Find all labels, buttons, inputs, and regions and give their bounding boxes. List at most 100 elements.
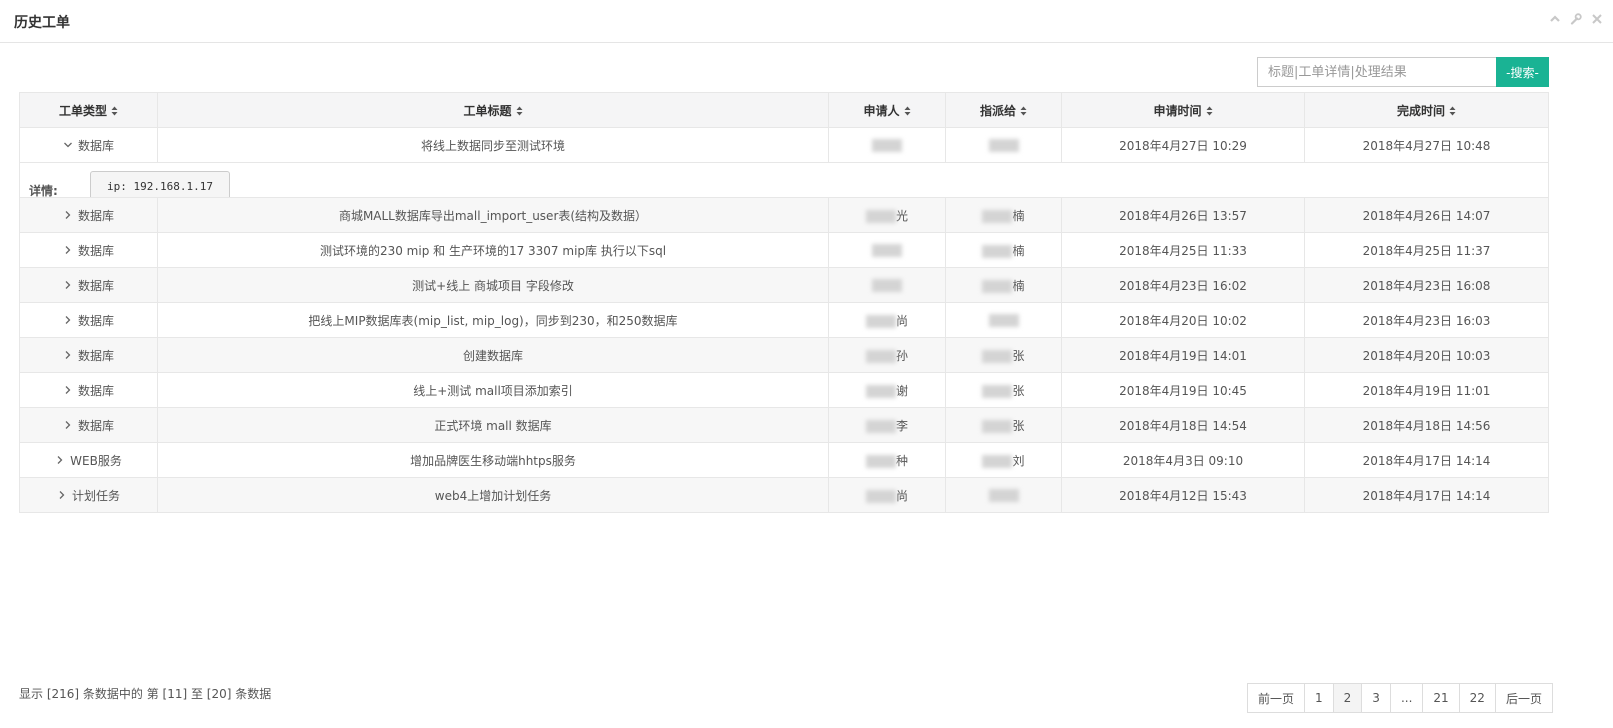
close-icon[interactable] xyxy=(1591,13,1603,25)
assignee-cell xyxy=(945,302,1062,338)
page-button[interactable]: 前一页 xyxy=(1247,683,1306,713)
detail-cell: 详情: ip: 192.168.1.17 数据库: usercenter 端口: … xyxy=(19,162,1549,198)
ticket-title-cell: web4上增加计划任务 xyxy=(157,477,829,513)
ticket-type: 数据库 xyxy=(77,313,114,328)
ticket-title: 测试环境的230 mip 和 生产环境的17 3307 mip库 执行以下sql xyxy=(319,243,667,258)
ticket-type: 数据库 xyxy=(77,278,114,293)
redacted-name xyxy=(865,349,896,363)
chevron-right-icon[interactable] xyxy=(63,350,73,360)
ticket-title: 线上+测试 mall项目添加索引 xyxy=(413,383,573,398)
chevron-right-icon[interactable] xyxy=(63,420,73,430)
ticket-type-cell[interactable]: WEB服务 xyxy=(19,442,158,478)
assignee-cell: 刘 xyxy=(945,442,1062,478)
finish-time-cell: 2018年4月17日 14:14 xyxy=(1304,477,1549,513)
ticket-type-cell[interactable]: 数据库 xyxy=(19,232,158,268)
sort-icon xyxy=(1020,106,1027,116)
ticket-type-cell[interactable]: 数据库 xyxy=(19,372,158,408)
chevron-right-icon[interactable] xyxy=(57,490,67,500)
apply-time-cell: 2018年4月20日 10:02 xyxy=(1061,302,1305,338)
ticket-title-cell: 创建数据库 xyxy=(157,337,829,373)
ticket-title-cell: 把线上MIP数据库表(mip_list, mip_log)，同步到230，和25… xyxy=(157,302,829,338)
chevron-right-icon[interactable] xyxy=(63,280,73,290)
finish-time: 2018年4月18日 14:56 xyxy=(1362,418,1491,433)
finish-time: 2018年4月26日 14:07 xyxy=(1362,208,1491,223)
page-button[interactable]: 22 xyxy=(1458,683,1496,713)
apply-time-cell: 2018年4月19日 14:01 xyxy=(1061,337,1305,373)
table-row[interactable]: WEB服务 增加品牌医生移动端hhtps服务 种 刘 2018年4月3日 09:10 20… xyxy=(19,442,1549,478)
ticket-type-cell[interactable]: 数据库 xyxy=(19,197,158,233)
sort-icon xyxy=(904,106,910,116)
ticket-type-cell[interactable]: 数据库 xyxy=(19,267,158,303)
tickets-table: 工单类型 工单标题 申请人 指派给 申请时间 完成时间 数据库 将线上数据同步至测试环境 20… xyxy=(19,92,1549,513)
table-row[interactable]: 数据库 把线上MIP数据库表(mip_list, mip_log)，同步到230，… xyxy=(19,302,1549,338)
chevron-right-icon[interactable] xyxy=(55,455,65,465)
table-row[interactable]: 数据库 商城MALL数据库导出mall_import_user表(结构及数据） 光 楠… xyxy=(19,197,1549,233)
person-name: 张 xyxy=(1012,418,1025,433)
apply-time-cell: 2018年4月19日 10:45 xyxy=(1061,372,1305,408)
ticket-type-cell[interactable]: 数据库 xyxy=(19,407,158,443)
page-button[interactable]: ... xyxy=(1389,683,1424,713)
search-input[interactable] xyxy=(1257,57,1496,87)
page-button[interactable]: 2 xyxy=(1332,683,1363,713)
person-name: 光 xyxy=(895,208,908,223)
ticket-title: 把线上MIP数据库表(mip_list, mip_log)，同步到230，和25… xyxy=(308,313,678,328)
chevron-down-icon[interactable] xyxy=(63,140,73,150)
history-tickets-panel: 历史工单 -搜索- 工单类型 工单标题 申请人 指派给 申请时间 完成时间 数据库 将线上数… xyxy=(0,0,1613,728)
person-name: 楠 xyxy=(1012,243,1025,258)
person-name: 谢 xyxy=(895,383,908,398)
page-button[interactable]: 3 xyxy=(1361,683,1391,713)
chevron-right-icon[interactable] xyxy=(63,385,73,395)
person-name: 张 xyxy=(1012,383,1025,398)
column-header[interactable]: 工单类型 xyxy=(19,92,158,128)
ticket-type-cell[interactable]: 计划任务 xyxy=(19,477,158,513)
applicant-cell xyxy=(828,267,946,303)
column-header[interactable]: 申请时间 xyxy=(1061,92,1305,128)
wrench-icon[interactable] xyxy=(1570,13,1582,25)
apply-time: 2018年4月26日 13:57 xyxy=(1119,208,1247,223)
chevron-right-icon[interactable] xyxy=(63,210,73,220)
ticket-title-cell: 将线上数据同步至测试环境 xyxy=(157,127,829,163)
table-body: 数据库 将线上数据同步至测试环境 2018年4月27日 10:29 2018年4月27… xyxy=(19,127,1549,513)
finish-time-cell: 2018年4月26日 14:07 xyxy=(1304,197,1549,233)
chevron-right-icon[interactable] xyxy=(63,315,73,325)
page-button[interactable]: 后一页 xyxy=(1494,683,1553,713)
column-header[interactable]: 指派给 xyxy=(945,92,1062,128)
page-button[interactable]: 1 xyxy=(1304,683,1334,713)
apply-time-cell: 2018年4月18日 14:54 xyxy=(1061,407,1305,443)
applicant-cell: 李 xyxy=(828,407,946,443)
ticket-type-cell[interactable]: 数据库 xyxy=(19,127,158,163)
ticket-title: 商城MALL数据库导出mall_import_user表(结构及数据） xyxy=(338,208,648,223)
table-row[interactable]: 数据库 测试环境的230 mip 和 生产环境的17 3307 mip库 执行以下… xyxy=(19,232,1549,268)
column-header-label: 指派给 xyxy=(979,103,1016,118)
apply-time-cell: 2018年4月27日 10:29 xyxy=(1061,127,1305,163)
finish-time: 2018年4月27日 10:48 xyxy=(1362,138,1491,153)
table-row[interactable]: 数据库 将线上数据同步至测试环境 2018年4月27日 10:29 2018年4月27… xyxy=(19,127,1549,163)
page-button[interactable]: 21 xyxy=(1422,683,1460,713)
detail-content: ip: 192.168.1.17 数据库: usercenter 端口: 330… xyxy=(90,171,230,197)
column-header[interactable]: 完成时间 xyxy=(1304,92,1549,128)
ticket-type-cell[interactable]: 数据库 xyxy=(19,302,158,338)
finish-time-cell: 2018年4月27日 10:48 xyxy=(1304,127,1549,163)
search-button[interactable]: -搜索- xyxy=(1496,57,1549,87)
chevron-up-icon[interactable] xyxy=(1549,13,1561,25)
column-header[interactable]: 申请人 xyxy=(828,92,946,128)
column-header[interactable]: 工单标题 xyxy=(157,92,829,128)
ticket-type-cell[interactable]: 数据库 xyxy=(19,337,158,373)
redacted-name xyxy=(988,489,1019,502)
redacted-name xyxy=(982,244,1013,258)
redacted-name xyxy=(982,454,1013,468)
redacted-name xyxy=(982,349,1013,363)
table-row[interactable]: 数据库 正式环境 mall 数据库 李 张 2018年4月18日 14:54 2018年4… xyxy=(19,407,1549,443)
table-row[interactable]: 数据库 线上+测试 mall项目添加索引 谢 张 2018年4月19日 10:45 201… xyxy=(19,372,1549,408)
table-row[interactable]: 数据库 测试+线上 商城项目 字段修改 楠 2018年4月23日 16:02 2018年… xyxy=(19,267,1549,303)
finish-time: 2018年4月17日 14:14 xyxy=(1362,453,1491,468)
assignee-cell: 张 xyxy=(945,407,1062,443)
chevron-right-icon[interactable] xyxy=(63,245,73,255)
sort-icon xyxy=(1449,106,1456,116)
table-row[interactable]: 数据库 创建数据库 孙 张 2018年4月19日 14:01 2018年4月20日 10:… xyxy=(19,337,1549,373)
pagination: 前一页 1 2 3... 21 22 后一页 xyxy=(1247,683,1553,713)
table-row[interactable]: 计划任务 web4上增加计划任务 尚 2018年4月12日 15:43 2018年4月1… xyxy=(19,477,1549,513)
apply-time: 2018年4月25日 11:33 xyxy=(1119,243,1247,258)
redacted-name xyxy=(872,139,902,152)
ticket-type: 数据库 xyxy=(77,418,114,433)
